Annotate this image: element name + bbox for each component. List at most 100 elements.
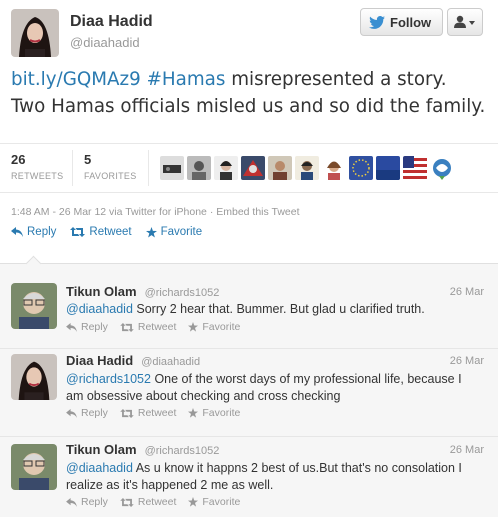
reply-icon (66, 322, 77, 332)
retweet-action[interactable]: Retweet (120, 407, 176, 419)
author-name[interactable]: Diaa Hadid (70, 13, 153, 31)
reply-label: Reply (27, 226, 57, 238)
retweeter-avatar[interactable] (376, 156, 400, 180)
tweet-text-part2: Two Hamas officials misled us and so did… (11, 96, 486, 117)
reply-icon (11, 227, 23, 237)
retweet-icon (120, 408, 134, 418)
stat-divider (72, 150, 73, 186)
author-avatar[interactable] (11, 9, 59, 57)
reply-date[interactable]: 26 Mar (450, 355, 484, 367)
reply-text-line: am obsessive about checking and cross ch… (66, 389, 341, 403)
list-item: Tikun Olam @richards1052 26 Mar @diaahadi… (0, 437, 498, 517)
main-tweet: Diaa Hadid @diaahadid Follow bit.ly/GQMA… (0, 0, 498, 263)
favorites-count: 5 (84, 152, 92, 167)
retweet-label: Retweet (137, 496, 177, 508)
reply-actions: Reply Retweet Favorite (66, 407, 240, 419)
retweeter-avatar[interactable] (268, 156, 292, 180)
mention-link[interactable]: @richards1052 (66, 372, 151, 386)
replies-list: Tikun Olam @richards1052 26 Mar @diaahadi… (0, 255, 498, 517)
favorite-action[interactable]: Favorite (188, 321, 240, 333)
reply-text-line: Sorry 2 hear that. Bummer. But glad u cl… (132, 302, 425, 316)
reply-label: Reply (81, 407, 108, 419)
favorite-label: Favorite (202, 321, 241, 333)
reply-author-name: Diaa Hadid (66, 353, 134, 368)
author-handle[interactable]: @diaahadid (70, 35, 140, 50)
reply-icon (66, 497, 77, 507)
retweets-stat[interactable]: 26 RETWEETS (11, 152, 63, 181)
reply-icon (66, 408, 77, 418)
retweet-icon (120, 322, 134, 332)
retweets-count: 26 (11, 152, 26, 167)
mention-link[interactable]: @diaahadid (66, 461, 133, 475)
tweet-actions: Reply Retweet Favorite (11, 226, 202, 238)
retweeter-avatar[interactable] (214, 156, 238, 180)
reply-text: @diaahadid Sorry 2 hear that. Bummer. Bu… (66, 301, 488, 318)
star-icon (188, 408, 199, 418)
reply-actions: Reply Retweet Favorite (66, 321, 240, 333)
retweeter-avatar[interactable] (349, 156, 373, 180)
retweeter-avatar[interactable] (403, 156, 427, 180)
retweeter-avatar[interactable] (241, 156, 265, 180)
hashtag-link[interactable]: #Hamas (147, 69, 226, 90)
retweeter-avatars (160, 156, 454, 180)
tweet-meta: 1:48 AM - 26 Mar 12 via Twitter for iPho… (11, 206, 300, 218)
reply-action[interactable]: Reply (66, 407, 108, 419)
stat-divider (148, 150, 149, 186)
mention-link[interactable]: @diaahadid (66, 302, 133, 316)
retweet-label: Retweet (137, 321, 177, 333)
favorite-label: Favorite (202, 407, 241, 419)
follow-button[interactable]: Follow (360, 8, 443, 36)
favorites-label: FAVORITES (84, 171, 137, 181)
follow-button-label: Follow (390, 14, 432, 30)
reply-label: Reply (81, 496, 108, 508)
retweeter-avatar[interactable] (160, 156, 184, 180)
retweet-action[interactable]: Retweet (120, 321, 177, 333)
reply-date[interactable]: 26 Mar (450, 286, 484, 298)
retweeter-avatar[interactable] (322, 156, 346, 180)
reply-author[interactable]: Tikun Olam @richards1052 (66, 442, 219, 457)
favorite-action[interactable]: Favorite (188, 407, 240, 419)
reply-author[interactable]: Diaa Hadid @diaahadid (66, 353, 200, 368)
favorites-stat[interactable]: 5 FAVORITES (84, 152, 137, 181)
tweet-stats: 26 RETWEETS 5 FAVORITES (0, 143, 498, 193)
reply-text: @richards1052 One of the worst days of m… (66, 371, 488, 405)
favorite-action[interactable]: Favorite (145, 226, 203, 238)
favorite-action[interactable]: Favorite (188, 496, 240, 508)
reply-author-handle: @diaahadid (141, 356, 201, 368)
reply-text-line: realize as it's happened 2 me as well. (66, 478, 274, 492)
retweet-action[interactable]: Retweet (120, 496, 177, 508)
favorite-label: Favorite (160, 226, 203, 238)
reply-actions: Reply Retweet Favorite (66, 496, 240, 508)
retweeter-avatar[interactable] (295, 156, 319, 180)
retweet-icon (70, 227, 86, 237)
retweeter-avatar[interactable] (430, 156, 454, 180)
reply-avatar[interactable] (11, 354, 57, 400)
user-actions-dropdown[interactable] (447, 8, 483, 36)
reply-author-handle: @richards1052 (144, 287, 220, 299)
favorite-label: Favorite (202, 496, 241, 508)
retweets-label: RETWEETS (11, 171, 64, 181)
tweet-link[interactable]: bit.ly/GQMAz9 (11, 69, 141, 90)
list-item: Tikun Olam @richards1052 26 Mar @diaahadi… (0, 264, 498, 349)
reply-label: Reply (81, 321, 108, 333)
star-icon (145, 226, 157, 238)
reply-action[interactable]: Reply (66, 496, 108, 508)
reply-date[interactable]: 26 Mar (450, 444, 484, 456)
reply-avatar[interactable] (11, 283, 57, 329)
user-icon (454, 15, 475, 28)
bird-icon (369, 15, 385, 29)
reply-author[interactable]: Tikun Olam @richards1052 (66, 284, 219, 299)
retweet-label: Retweet (89, 226, 132, 238)
retweet-icon (120, 497, 134, 507)
reply-action[interactable]: Reply (11, 226, 56, 238)
reply-text-line: As u know it happns 2 best of us.But tha… (132, 461, 462, 475)
tweet-text: bit.ly/GQMAz9 #Hamas misrepresented a st… (11, 66, 491, 120)
tweet-text-part1: misrepresented a story. (225, 69, 447, 90)
reply-author-name: Tikun Olam (66, 284, 137, 299)
reply-avatar[interactable] (11, 444, 57, 490)
list-item: Diaa Hadid @diaahadid 26 Mar @richards105… (0, 349, 498, 437)
reply-action[interactable]: Reply (66, 321, 108, 333)
retweet-action[interactable]: Retweet (70, 226, 132, 238)
reply-author-handle: @richards1052 (144, 445, 220, 457)
retweeter-avatar[interactable] (187, 156, 211, 180)
